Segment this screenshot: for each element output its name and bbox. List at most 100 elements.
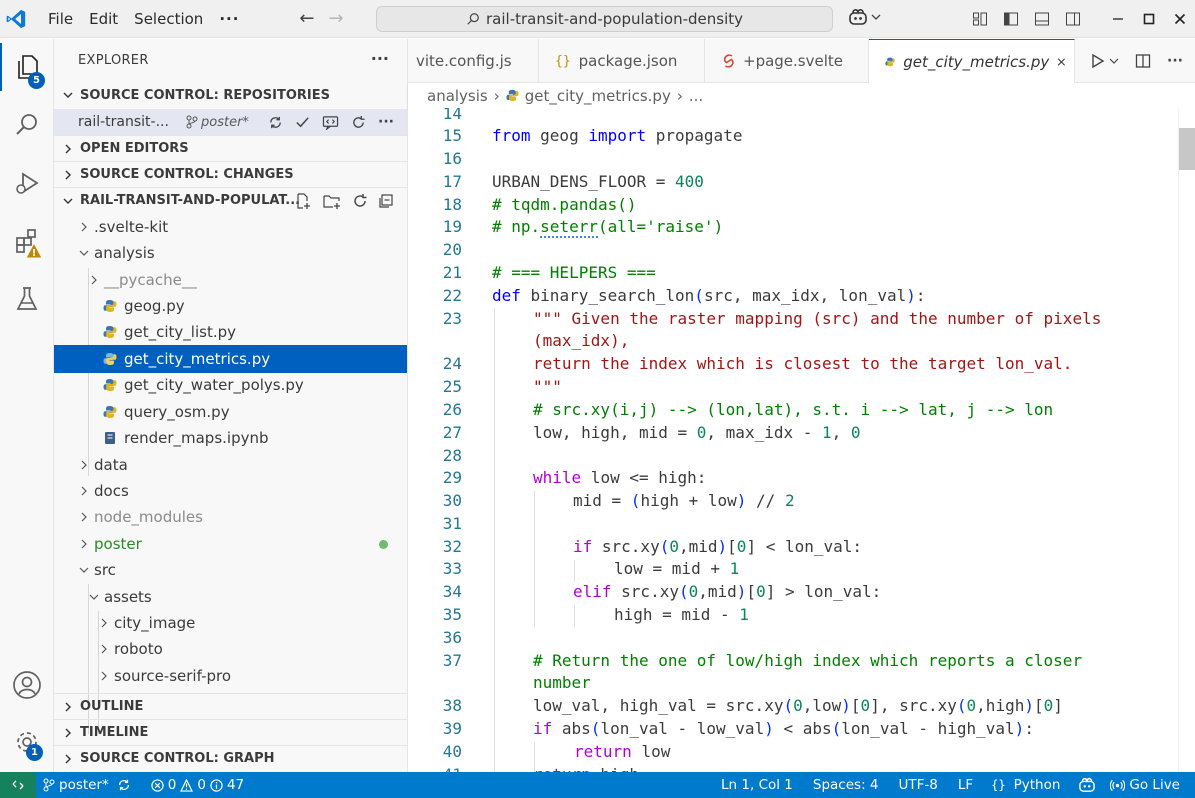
- commit-check-icon[interactable]: [295, 115, 310, 130]
- section-outline[interactable]: OUTLINE: [54, 693, 407, 719]
- breadcrumb-symbol[interactable]: ...: [689, 87, 703, 105]
- generate-message-icon[interactable]: [322, 115, 339, 130]
- indent-guide: [574, 560, 575, 582]
- search-activity[interactable]: [0, 101, 54, 149]
- menu-file[interactable]: File: [40, 0, 81, 38]
- tree-item-docs[interactable]: docs: [54, 478, 407, 504]
- tree-item-get-city-list-py[interactable]: get_city_list.py: [54, 319, 407, 345]
- tab-label: vite.config.js: [416, 52, 512, 70]
- tab-page-svelte[interactable]: +page.svelte: [705, 39, 869, 83]
- code-line: if src.xy(0,mid)[0] < lon_val:: [573, 537, 863, 556]
- branch-status[interactable]: poster*: [36, 777, 138, 793]
- sync-icon[interactable]: [268, 115, 283, 130]
- section-graph[interactable]: SOURCE CONTROL: GRAPH: [54, 745, 407, 771]
- manage-activity[interactable]: 1: [0, 718, 54, 766]
- language-label: Python: [1013, 777, 1061, 793]
- new-file-icon[interactable]: [294, 192, 312, 210]
- section-timeline[interactable]: TIMELINE: [54, 719, 407, 745]
- breadcrumb-file[interactable]: get_city_metrics.py: [525, 87, 671, 105]
- section-open-editors[interactable]: OPEN EDITORS: [54, 135, 407, 161]
- tree-item-analysis[interactable]: analysis: [54, 240, 407, 266]
- menu-more[interactable]: ···: [211, 0, 247, 38]
- problems-status[interactable]: 0 0 47: [144, 777, 251, 793]
- tree-item-pycache[interactable]: __pycache__: [54, 267, 407, 293]
- tree-item-data[interactable]: data: [54, 452, 407, 478]
- copilot-status[interactable]: [1071, 777, 1103, 793]
- tree-item-geog-py[interactable]: geog.py: [54, 293, 407, 319]
- toggle-panel-icon[interactable]: [1026, 0, 1057, 38]
- toggle-secondary-sidebar-icon[interactable]: [1057, 0, 1088, 38]
- tree-item-svelte-kit[interactable]: .svelte-kit: [54, 214, 407, 240]
- tab-vite-config[interactable]: vite.config.js: [408, 39, 539, 83]
- repo-more-button[interactable]: ···: [378, 114, 394, 130]
- tree-item-poster[interactable]: poster: [54, 531, 407, 557]
- section-title: OUTLINE: [80, 699, 144, 714]
- eol-status[interactable]: LF: [951, 777, 980, 793]
- close-tab-icon[interactable]: [1057, 56, 1066, 68]
- copilot-icon: [849, 9, 867, 25]
- tree-item-roboto[interactable]: roboto: [54, 636, 407, 662]
- close-window-icon[interactable]: [1164, 0, 1195, 38]
- explorer-activity[interactable]: 5: [0, 43, 54, 91]
- tree-item-get-city-metrics-py[interactable]: get_city_metrics.py: [54, 345, 407, 373]
- language-status[interactable]: {} Python: [984, 777, 1067, 793]
- testing-activity[interactable]: [0, 275, 54, 323]
- info-icon: [210, 778, 223, 792]
- breadcrumb-folder[interactable]: analysis: [427, 87, 488, 105]
- section-changes[interactable]: SOURCE CONTROL: CHANGES: [54, 161, 407, 187]
- explorer-badge: 5: [28, 72, 45, 89]
- maximize-window-icon[interactable]: [1133, 0, 1164, 38]
- go-live-button[interactable]: Go Live: [1103, 777, 1187, 793]
- tab-label: +page.svelte: [743, 52, 843, 70]
- indentation-status[interactable]: Spaces: 4: [806, 777, 886, 793]
- tree-item-assets[interactable]: assets: [54, 584, 407, 610]
- extensions-activity[interactable]: !: [0, 217, 54, 265]
- accounts-activity[interactable]: [0, 661, 54, 709]
- toggle-primary-sidebar-icon[interactable]: [995, 0, 1026, 38]
- chevron-right-icon: ›: [676, 86, 683, 105]
- minimize-window-icon[interactable]: [1102, 0, 1133, 38]
- section-title: SOURCE CONTROL: GRAPH: [80, 751, 275, 766]
- tree-item-render-maps-ipynb[interactable]: render_maps.ipynb: [54, 425, 407, 451]
- section-repositories[interactable]: SOURCE CONTROL: REPOSITORIES: [54, 82, 407, 108]
- editor-more-button[interactable]: ···: [1167, 53, 1183, 69]
- command-center-search[interactable]: rail-transit-and-population-density: [376, 6, 833, 32]
- run-debug-activity[interactable]: [0, 159, 54, 207]
- tree-label: .svelte-kit: [94, 218, 169, 236]
- tab-package-json[interactable]: {} package.json: [539, 39, 705, 83]
- refresh-explorer-icon[interactable]: [352, 193, 368, 209]
- tree-item-src[interactable]: src: [54, 557, 407, 583]
- back-arrow-icon[interactable]: ←: [299, 8, 314, 29]
- forward-arrow-icon[interactable]: →: [329, 8, 344, 29]
- tree-item-source-serif-pro[interactable]: source-serif-pro: [54, 663, 407, 689]
- indent-guide: [494, 308, 495, 772]
- encoding-status[interactable]: UTF-8: [892, 777, 945, 793]
- python-file-icon: [885, 57, 895, 66]
- menu-selection[interactable]: Selection: [126, 0, 211, 38]
- tree-item-get-city-water-polys-py[interactable]: get_city_water_polys.py: [54, 372, 407, 398]
- explorer-more-button[interactable]: ···: [371, 49, 389, 68]
- branch-name: poster*: [59, 777, 109, 793]
- section-workspace[interactable]: RAIL-TRANSIT-AND-POPULAT...: [54, 187, 407, 213]
- warning-icon: [180, 778, 194, 792]
- editor-scrollbar-thumb[interactable]: [1179, 128, 1195, 170]
- tree-item-query-osm-py[interactable]: query_osm.py: [54, 399, 407, 425]
- split-editor-icon[interactable]: [1135, 53, 1151, 69]
- cursor-position[interactable]: Ln 1, Col 1: [714, 777, 800, 793]
- new-folder-icon[interactable]: [322, 192, 342, 210]
- tree-item-city-image[interactable]: city_image: [54, 610, 407, 636]
- run-python-button[interactable]: [1091, 53, 1119, 69]
- repo-branch[interactable]: poster*: [186, 115, 249, 130]
- code-editor[interactable]: 14 15 16 17 18 19 20 21 22 23 24 25 26 2…: [408, 108, 1195, 772]
- collapse-all-icon[interactable]: [378, 193, 394, 209]
- editor-right-edge: [1178, 108, 1179, 772]
- repository-row[interactable]: rail-transit-... poster* ···: [54, 109, 407, 135]
- menu-edit[interactable]: Edit: [81, 0, 126, 38]
- copilot-button[interactable]: [848, 8, 881, 26]
- customize-layout-icon[interactable]: [964, 0, 995, 38]
- account-icon: [13, 671, 41, 699]
- tab-get-city-metrics[interactable]: get_city_metrics.py: [869, 39, 1075, 83]
- remote-indicator[interactable]: [0, 772, 36, 798]
- refresh-icon[interactable]: [351, 115, 366, 130]
- tree-item-node-modules[interactable]: node_modules: [54, 504, 407, 530]
